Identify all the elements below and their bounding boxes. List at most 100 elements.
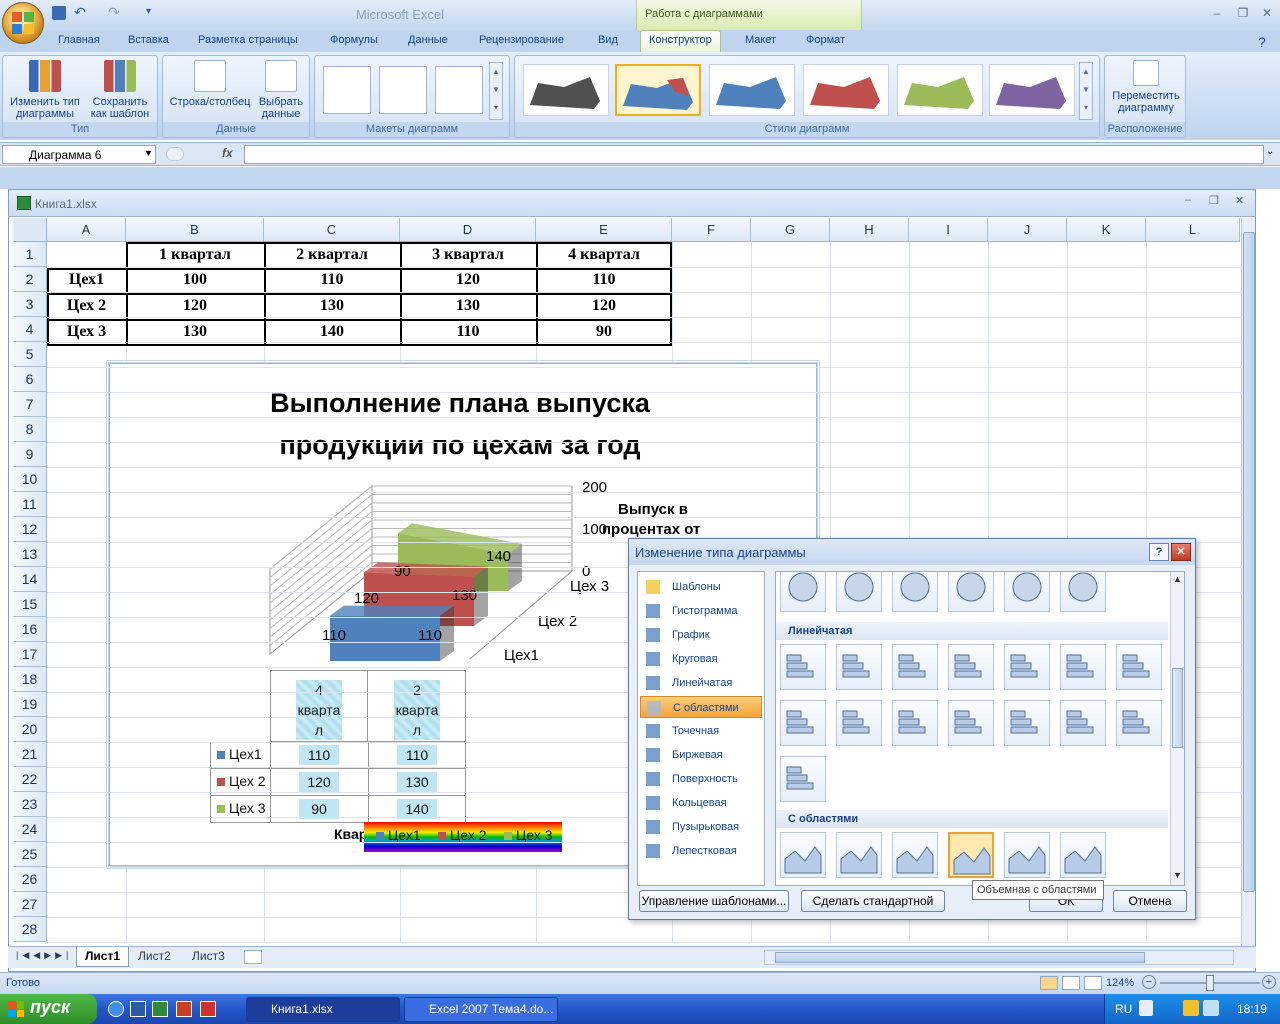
- category-item[interactable]: Точечная: [640, 720, 762, 742]
- row-header-27[interactable]: 27: [13, 892, 47, 917]
- chart-legend[interactable]: Цех1 Цех 2 Цех 3: [364, 822, 562, 852]
- bar-chart-type-thumb[interactable]: [892, 644, 938, 690]
- chart-layout-2[interactable]: [379, 66, 427, 114]
- row-header-5[interactable]: 5: [13, 342, 47, 367]
- bar-chart-type-thumb[interactable]: [892, 700, 938, 746]
- area-chart-type-thumb[interactable]: [948, 832, 994, 878]
- col-header-j[interactable]: J: [988, 218, 1067, 242]
- col-header-c[interactable]: C: [264, 218, 400, 242]
- cell-d3[interactable]: 130: [400, 293, 536, 318]
- category-item[interactable]: С областями: [640, 696, 762, 718]
- switch-row-column-button[interactable]: Строка/столбец: [167, 60, 253, 108]
- pie-chart-type-thumb[interactable]: [1004, 572, 1050, 612]
- category-item[interactable]: Шаблоны: [640, 576, 762, 598]
- restore-icon[interactable]: ❐: [1234, 6, 1252, 20]
- cell-e4[interactable]: 90: [536, 319, 672, 344]
- bar-chart-type-thumb[interactable]: [1004, 700, 1050, 746]
- select-all-corner[interactable]: [13, 218, 47, 242]
- language-indicator[interactable]: RU: [1115, 1002, 1132, 1016]
- insert-function-icon[interactable]: fx: [222, 146, 233, 160]
- manage-templates-button[interactable]: Управление шаблонами...: [639, 890, 789, 912]
- chart-style-5[interactable]: [897, 64, 983, 116]
- layouts-scroll-arrows[interactable]: ▲ ▼ ▾: [489, 62, 503, 120]
- row-header-6[interactable]: 6: [13, 367, 47, 392]
- chart-style-2[interactable]: [615, 64, 701, 116]
- acrobat-quicklaunch-icon[interactable]: [200, 1001, 216, 1017]
- cell-e3[interactable]: 120: [536, 293, 672, 318]
- sheet-tab-3[interactable]: Лист3: [184, 947, 233, 967]
- area-chart-type-thumb[interactable]: [836, 832, 882, 878]
- zoom-level[interactable]: 124%: [1106, 977, 1134, 989]
- category-item[interactable]: Пузырьковая: [640, 816, 762, 838]
- bar-chart-type-thumb[interactable]: [836, 644, 882, 690]
- close-icon[interactable]: ✕: [1258, 6, 1276, 20]
- pie-chart-type-thumb[interactable]: [892, 572, 938, 612]
- minimize-icon[interactable]: –: [1208, 6, 1226, 20]
- gallery-scrollbar[interactable]: ▲ ▼: [1170, 572, 1184, 885]
- page-break-view-icon[interactable]: [1084, 976, 1102, 990]
- page-layout-view-icon[interactable]: [1062, 976, 1080, 990]
- bar-chart-type-thumb[interactable]: [780, 756, 826, 802]
- row-header-24[interactable]: 24: [13, 817, 47, 842]
- row-header-17[interactable]: 17: [13, 642, 47, 667]
- dialog-close-icon[interactable]: ✕: [1171, 543, 1191, 561]
- tab-view[interactable]: Вид: [598, 34, 618, 46]
- cell-a4[interactable]: Цех 3: [47, 319, 126, 344]
- styles-scroll-arrows[interactable]: ▲ ▼ ▾: [1079, 62, 1093, 120]
- row-header-14[interactable]: 14: [13, 567, 47, 592]
- wb-minimize-icon[interactable]: –: [1185, 194, 1191, 206]
- row-header-11[interactable]: 11: [13, 492, 47, 517]
- formula-input[interactable]: [244, 145, 1264, 164]
- wb-close-icon[interactable]: ✕: [1235, 194, 1244, 207]
- row-header-21[interactable]: 21: [13, 742, 47, 767]
- row-header-10[interactable]: 10: [13, 467, 47, 492]
- row-header-4[interactable]: 4: [13, 317, 47, 342]
- tab-data[interactable]: Данные: [408, 34, 448, 46]
- cell-b1[interactable]: 1 квартал: [126, 242, 264, 267]
- vertical-scroll-thumb[interactable]: [1243, 232, 1255, 892]
- tab-page-layout[interactable]: Разметка страницы: [198, 34, 298, 46]
- expand-formula-icon[interactable]: ⌄: [1266, 146, 1274, 157]
- redo-icon[interactable]: ↷: [108, 5, 122, 20]
- pie-chart-type-thumb[interactable]: [780, 572, 826, 612]
- bar-chart-type-thumb[interactable]: [1060, 700, 1106, 746]
- area-chart-type-thumb[interactable]: [892, 832, 938, 878]
- row-header-3[interactable]: 3: [13, 292, 47, 317]
- task-word-doc[interactable]: Excel 2007 Тема4.do...: [404, 997, 558, 1022]
- tab-home[interactable]: Главная: [58, 34, 100, 46]
- horizontal-scrollbar[interactable]: [764, 950, 1234, 965]
- pie-chart-type-thumb[interactable]: [948, 572, 994, 612]
- cell-b2[interactable]: 100: [126, 267, 264, 292]
- col-header-h[interactable]: H: [830, 218, 909, 242]
- tab-review[interactable]: Рецензирование: [479, 34, 564, 46]
- tab-insert[interactable]: Вставка: [128, 34, 169, 46]
- cell-d2[interactable]: 120: [400, 267, 536, 292]
- cell-e1[interactable]: 4 квартал: [536, 242, 672, 267]
- row-header-7[interactable]: 7: [13, 392, 47, 417]
- change-chart-type-button[interactable]: Изменить тип диаграммы: [7, 60, 83, 120]
- powerpoint-quicklaunch-icon[interactable]: [176, 1001, 192, 1017]
- vertical-scrollbar[interactable]: [1241, 218, 1255, 946]
- cell-c1[interactable]: 2 квартал: [264, 242, 400, 267]
- cell-a3[interactable]: Цех 2: [47, 293, 126, 318]
- cell-b4[interactable]: 130: [126, 319, 264, 344]
- col-header-i[interactable]: I: [909, 218, 988, 242]
- col-header-f[interactable]: F: [672, 218, 751, 242]
- tray-icon-1[interactable]: [1183, 1000, 1199, 1016]
- bar-chart-type-thumb[interactable]: [948, 700, 994, 746]
- cell-e2[interactable]: 110: [536, 267, 672, 292]
- chart-style-3[interactable]: [709, 64, 795, 116]
- pie-chart-type-thumb[interactable]: [836, 572, 882, 612]
- cell-d4[interactable]: 110: [400, 319, 536, 344]
- cell-c2[interactable]: 110: [264, 267, 400, 292]
- row-header-1[interactable]: 1: [13, 242, 47, 267]
- row-header-15[interactable]: 15: [13, 592, 47, 617]
- col-header-l[interactable]: L: [1146, 218, 1240, 242]
- cancel-button[interactable]: Отмена: [1113, 890, 1187, 912]
- row-header-2[interactable]: 2: [13, 267, 47, 292]
- tray-icon-2[interactable]: [1203, 1000, 1219, 1016]
- col-header-d[interactable]: D: [400, 218, 536, 242]
- insert-sheet-icon[interactable]: [244, 950, 262, 964]
- col-header-g[interactable]: G: [751, 218, 830, 242]
- start-button[interactable]: пуск: [0, 994, 97, 1024]
